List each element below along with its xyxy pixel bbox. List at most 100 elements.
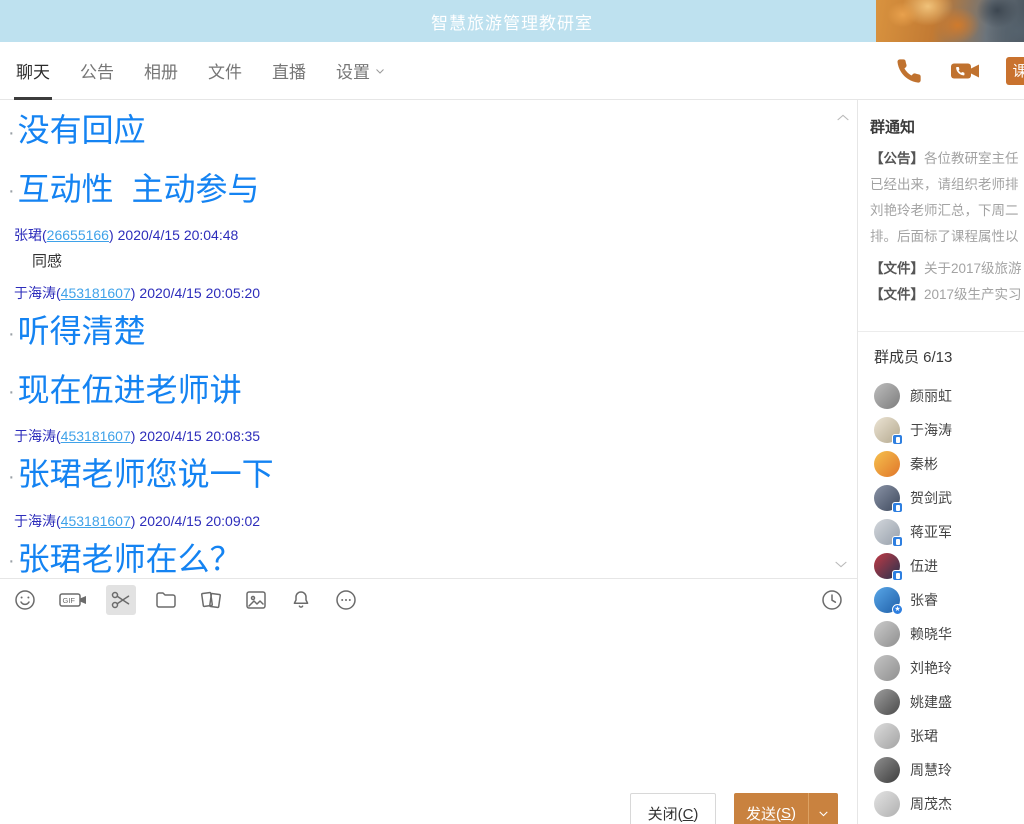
bullet-icon: · [8,323,15,345]
notice-tag: 【文件】 [870,261,924,276]
qq-group-chat-window: { "window": { "title": "智慧旅游管理教研室" }, "t… [0,0,1024,824]
sender-name[interactable]: 于海涛 [14,285,56,301]
message-meta: 于海涛(453181607)2020/4/15 20:08:35 [8,426,837,446]
close-button[interactable]: 关闭(C) [630,793,716,824]
member-item[interactable]: 赖晓华 [874,617,1024,651]
tab-label: 设置 [336,58,370,83]
member-item[interactable]: 周慧玲 [874,753,1024,787]
avatar [874,791,900,817]
file-transfer-button[interactable] [196,585,226,615]
message-text: 现在伍进老师讲 [18,372,242,408]
notice-title: 群通知 [870,116,1024,137]
member-item[interactable]: 蒋亚军 [874,515,1024,549]
chat-message-large: ·张珺老师在么？ [8,537,837,578]
notice-line[interactable]: 刘艳玲老师汇总，下周二 [870,198,1024,224]
notification-button[interactable] [286,585,316,615]
svg-text:GIF: GIF [63,596,76,605]
tab-item[interactable]: 公告 [78,42,116,99]
member-name: 赖晓华 [910,624,952,644]
tab-label: 聊天 [16,58,50,83]
member-item[interactable]: 伍进 [874,549,1024,583]
member-item[interactable]: 于海涛 [874,413,1024,447]
folder-icon [154,588,178,612]
scroll-down-icon[interactable] [833,556,849,572]
message-meta: 于海涛(453181607)2020/4/15 20:05:20 [8,283,837,303]
message-list[interactable]: ·没有回应·互动性 主动参与张珺(26655166)2020/4/15 20:0… [0,100,857,578]
tab-item[interactable]: 聊天 [14,42,52,99]
tab-label: 直播 [272,58,306,83]
bullet-icon: · [8,550,15,572]
member-item[interactable]: 颜丽虹 [874,379,1024,413]
notice-tag: 【文件】 [870,287,924,302]
notice-line[interactable]: 【文件】2017级生产实习 [870,282,1024,308]
sender-name[interactable]: 于海涛 [14,428,56,444]
bell-icon [289,588,313,612]
send-options-button[interactable] [808,793,838,824]
gif-button[interactable]: GIF [55,585,91,615]
more-button[interactable] [331,585,361,615]
uin-link[interactable]: 453181607 [61,513,131,529]
uin-link[interactable]: 453181607 [61,428,131,444]
message-list-inner: ·没有回应·互动性 主动参与张珺(26655166)2020/4/15 20:0… [8,108,837,578]
history-button[interactable] [817,585,847,615]
timestamp: 2020/4/15 20:04:48 [118,227,239,243]
member-name: 秦彬 [910,454,938,474]
emoji-button[interactable] [10,585,40,615]
chat-message: 同感 [8,251,837,273]
tab-item[interactable]: 设置 [334,42,388,99]
class-button[interactable]: 课 [1006,57,1024,85]
send-button[interactable]: 发送(S) [734,793,838,824]
image-button[interactable] [241,585,271,615]
member-item[interactable]: 张珺 [874,719,1024,753]
avatar [874,587,900,613]
member-item[interactable]: 刘艳玲 [874,651,1024,685]
tab-item[interactable]: 相册 [142,42,180,99]
message-text: 互动性 主动参与 [18,171,260,207]
more-icon [334,588,358,612]
notice-panel: 群通知 【公告】各位教研室主任已经出来，请组织老师排刘艳玲老师汇总，下周二排。后… [858,100,1024,332]
notice-text: 刘艳玲老师汇总，下周二 [870,203,1019,218]
member-list: 颜丽虹 于海涛 秦彬 贺剑武 蒋亚军 伍进 张睿 赖晓华 刘艳玲 姚建盛 张珺 … [874,379,1024,821]
member-name: 张睿 [910,590,938,610]
member-item[interactable]: 姚建盛 [874,685,1024,719]
scroll-up-icon[interactable] [835,110,851,126]
tab-bar-wrap: 聊天 公告 相册 文件 直播 设置 课 [0,42,1024,100]
folder-button[interactable] [151,585,181,615]
notice-line[interactable]: 【公告】各位教研室主任 [870,146,1024,172]
notice-line[interactable]: 【文件】关于2017级旅游 [870,256,1024,282]
phone-icon [895,57,923,85]
notice-text: 已经出来，请组织老师排 [870,177,1019,192]
notice-line[interactable]: 排。后面标了课程属性以 [870,224,1024,250]
screenshot-button[interactable] [106,585,136,615]
tab-item[interactable]: 文件 [206,42,244,99]
notice-line[interactable]: 已经出来，请组织老师排 [870,172,1024,198]
chat-message-large: ·互动性 主动参与 [8,167,837,214]
video-call-button[interactable] [950,56,980,86]
member-item[interactable]: 张睿 [874,583,1024,617]
message-input[interactable] [0,620,857,824]
message-meta: 于海涛(453181607)2020/4/15 20:09:02 [8,511,837,531]
member-item[interactable]: 秦彬 [874,447,1024,481]
group-sidebar: 群通知 【公告】各位教研室主任已经出来，请组织老师排刘艳玲老师汇总，下周二排。后… [857,100,1024,824]
uin-link[interactable]: 26655166 [47,227,109,243]
member-name: 贺剑武 [910,488,952,508]
member-name: 刘艳玲 [910,658,952,678]
notice-text: 2017级生产实习 [924,287,1022,302]
avatar [874,621,900,647]
theme-image [876,0,1024,42]
voice-call-button[interactable] [894,56,924,86]
member-item[interactable]: 周茂杰 [874,787,1024,821]
tab-bar: 聊天 公告 相册 文件 直播 设置 [0,42,388,99]
emoji-icon [13,588,37,612]
member-item[interactable]: 贺剑武 [874,481,1024,515]
sender-name[interactable]: 于海涛 [14,513,56,529]
chat-panel: ·没有回应·互动性 主动参与张珺(26655166)2020/4/15 20:0… [0,100,857,824]
member-name: 于海涛 [910,420,952,440]
notice-text: 各位教研室主任 [924,151,1019,166]
avatar [874,485,900,511]
bullet-icon: · [8,180,15,202]
member-name: 伍进 [910,556,938,576]
tab-item[interactable]: 直播 [270,42,308,99]
sender-name[interactable]: 张珺 [14,227,42,243]
uin-link[interactable]: 453181607 [61,285,131,301]
